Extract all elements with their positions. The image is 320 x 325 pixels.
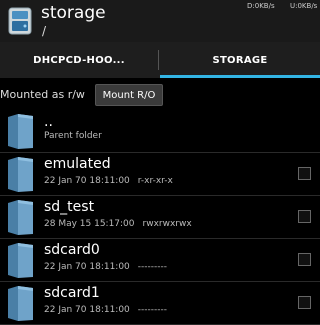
list-item-emulated[interactable]: emulated 22 Jan 70 18:11:00 r-xr-xr-x [0, 153, 320, 196]
folder-icon [8, 157, 33, 192]
tab-divider [158, 50, 159, 70]
folder-icon [8, 114, 33, 149]
tab-dhcpcd[interactable]: DHCPCD-HOO... [0, 42, 158, 78]
select-checkbox[interactable] [298, 253, 311, 266]
tab-bar: DHCPCD-HOO... STORAGE [0, 42, 320, 78]
file-meta: 22 Jan 70 18:11:00 r-xr-xr-x [44, 176, 173, 186]
app-header: storage / D:0KB/s U:0KB/s [0, 0, 320, 42]
folder-icon [8, 286, 33, 321]
list-item-sdcard0[interactable]: sdcard0 22 Jan 70 18:11:00 --------- [0, 239, 320, 282]
file-name: sdcard0 [44, 242, 100, 258]
file-date: 22 Jan 70 18:11:00 [44, 305, 130, 315]
file-permissions: --------- [137, 262, 168, 272]
current-path: / [42, 24, 47, 38]
file-meta: 22 Jan 70 18:11:00 --------- [44, 262, 167, 272]
upload-speed: U:0KB/s [290, 2, 318, 10]
file-permissions: --------- [137, 305, 168, 315]
file-permissions: rwxrwxrwx [142, 219, 192, 229]
selected-tab-indicator [160, 75, 320, 78]
download-speed: D:0KB/s [247, 2, 275, 10]
file-meta: 28 May 15 15:17:00 rwxrwxrwx [44, 219, 192, 229]
select-checkbox[interactable] [298, 167, 311, 180]
file-meta: 22 Jan 70 18:11:00 --------- [44, 305, 167, 315]
list-item-sd-test[interactable]: sd_test 28 May 15 15:17:00 rwxrwxrwx [0, 196, 320, 239]
file-name: sd_test [44, 199, 95, 215]
file-permissions: r-xr-xr-x [137, 176, 173, 186]
list-item-parent-folder[interactable]: .. Parent folder [0, 110, 320, 153]
file-date: 22 Jan 70 18:11:00 [44, 262, 130, 272]
tab-storage[interactable]: STORAGE [160, 42, 320, 78]
folder-icon [8, 200, 33, 235]
select-checkbox[interactable] [298, 210, 311, 223]
select-checkbox[interactable] [298, 296, 311, 309]
file-date: 22 Jan 70 18:11:00 [44, 176, 130, 186]
file-name: .. [44, 114, 53, 130]
storage-drive-icon[interactable] [8, 7, 32, 35]
file-name: sdcard1 [44, 285, 100, 301]
mount-status: Mounted as r/w [0, 88, 85, 101]
page-title: storage [41, 3, 106, 23]
mount-bar: Mounted as r/w Mount R/O [0, 80, 320, 110]
file-date: 28 May 15 15:17:00 [44, 219, 135, 229]
file-subtitle: Parent folder [44, 131, 102, 141]
mount-ro-button[interactable]: Mount R/O [95, 84, 163, 106]
folder-icon [8, 243, 33, 278]
list-item-sdcard1[interactable]: sdcard1 22 Jan 70 18:11:00 --------- [0, 282, 320, 325]
file-name: emulated [44, 156, 111, 172]
